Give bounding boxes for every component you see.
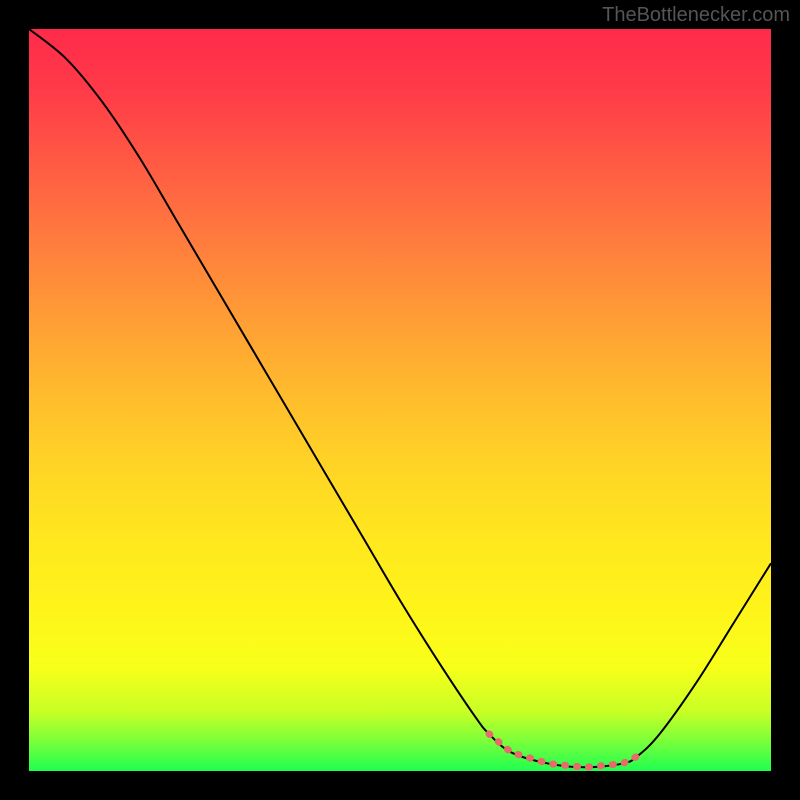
chart-svg [29, 29, 771, 771]
watermark-text: TheBottlenecker.com [602, 4, 790, 27]
chart-plot-area [29, 29, 771, 771]
bottleneck-curve [29, 29, 771, 767]
optimal-region-marker [489, 734, 637, 767]
